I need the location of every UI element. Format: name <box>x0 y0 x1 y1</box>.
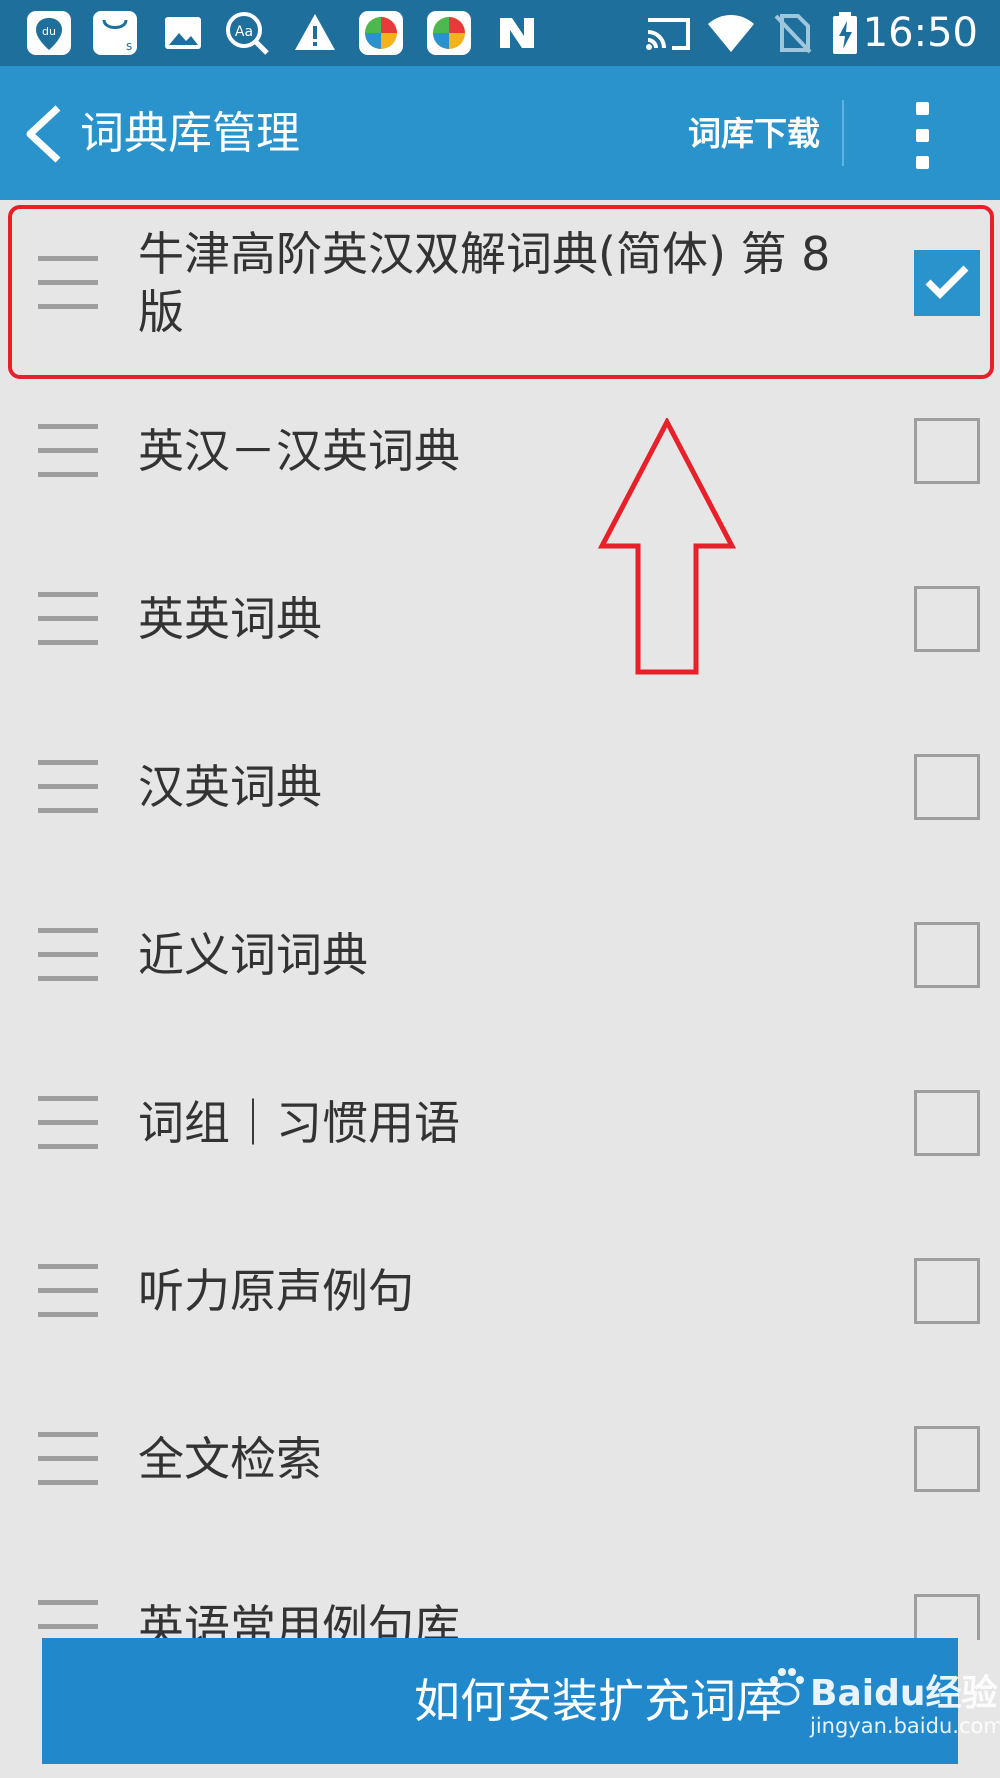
list-item[interactable]: 英语常用例句库 <box>0 1544 1000 1640</box>
drag-handle-icon[interactable] <box>38 424 98 478</box>
shopping-bag-icon: s <box>93 11 137 55</box>
dictionary-name: 听力原声例句 <box>138 1264 414 1318</box>
dictionary-name: 词组｜习惯用语 <box>138 1096 460 1150</box>
highlight-annotation-box <box>8 205 994 379</box>
list-item[interactable]: 听力原声例句 <box>0 1208 1000 1376</box>
dictionary-checkbox[interactable] <box>914 922 980 988</box>
watermark-url: jingyan.baidu.com <box>810 1714 1000 1738</box>
dictionary-name: 英汉－汉英词典 <box>138 424 460 478</box>
dictionary-download-button[interactable]: 词库下载 <box>688 110 820 158</box>
pinwheel-app-icon-2 <box>427 11 471 55</box>
drag-handle-icon[interactable] <box>38 592 98 646</box>
cast-icon <box>646 18 690 50</box>
how-to-install-label: 如何安装扩充词库 <box>414 1674 782 1728</box>
dictionary-checkbox[interactable] <box>914 586 980 652</box>
list-item[interactable]: 英英词典 <box>0 536 1000 704</box>
drag-handle-icon[interactable] <box>38 1600 98 1640</box>
svg-text:du: du <box>42 25 56 38</box>
baidu-paw-icon <box>770 1668 804 1706</box>
dictionary-checkbox[interactable] <box>914 418 980 484</box>
warning-icon <box>295 14 335 50</box>
drag-handle-icon[interactable] <box>38 928 98 982</box>
dictionary-checkbox[interactable] <box>914 754 980 820</box>
page-title: 词典库管理 <box>80 108 300 159</box>
list-item[interactable]: 词组｜习惯用语 <box>0 1040 1000 1208</box>
svg-text:s: s <box>126 39 132 53</box>
drag-handle-icon[interactable] <box>38 1264 98 1318</box>
list-item[interactable]: 近义词词典 <box>0 872 1000 1040</box>
n-icon <box>500 18 534 48</box>
drag-handle-icon[interactable] <box>38 1432 98 1486</box>
battery-charging-icon <box>833 12 857 54</box>
list-item[interactable]: 汉英词典 <box>0 704 1000 872</box>
baidu-watermark: Baidu经验 jingyan.baidu.com <box>764 1664 1000 1760</box>
wifi-icon <box>708 15 754 53</box>
dictionary-name: 全文检索 <box>138 1432 322 1486</box>
toolbar-divider <box>842 100 844 166</box>
dictionary-name: 汉英词典 <box>138 760 322 814</box>
dictionary-checkbox[interactable] <box>914 1090 980 1156</box>
dictionary-checkbox[interactable] <box>914 1258 980 1324</box>
app-bar: 词典库管理 词库下载 <box>0 66 1000 200</box>
list-item[interactable]: 全文检索 <box>0 1376 1000 1544</box>
dictionary-name: 近义词词典 <box>138 928 368 982</box>
watermark-brand: Baidu经验 <box>810 1673 998 1714</box>
drag-handle-icon[interactable] <box>38 1096 98 1150</box>
more-options-icon[interactable] <box>902 102 942 169</box>
no-sim-icon <box>774 14 812 54</box>
drag-handle-icon[interactable] <box>38 760 98 814</box>
dictionary-list: 牛津高阶英汉双解词典(简体) 第 8 版 英汉－汉英词典 英英词典 汉英词典 近… <box>0 200 1000 1640</box>
dictionary-name: 英英词典 <box>138 592 322 646</box>
image-icon <box>165 17 201 49</box>
back-arrow-icon[interactable] <box>22 102 72 166</box>
svg-text:Aa: Aa <box>235 24 253 40</box>
dictionary-checkbox[interactable] <box>914 1426 980 1492</box>
status-time: 16:50 <box>862 10 978 56</box>
search-aa-icon: Aa <box>226 12 269 55</box>
pinwheel-app-icon <box>359 11 403 55</box>
how-to-install-button[interactable]: 如何安装扩充词库 Baidu经验 jingyan.baidu.com <box>42 1638 1000 1764</box>
du-map-icon: du <box>27 11 71 55</box>
dictionary-name: 英语常用例句库 <box>138 1600 460 1640</box>
status-bar: du s Aa 16:50 <box>0 0 1000 66</box>
dictionary-checkbox[interactable] <box>914 1594 980 1640</box>
up-arrow-annotation-icon <box>597 418 737 675</box>
list-item[interactable]: 英汉－汉英词典 <box>0 368 1000 536</box>
